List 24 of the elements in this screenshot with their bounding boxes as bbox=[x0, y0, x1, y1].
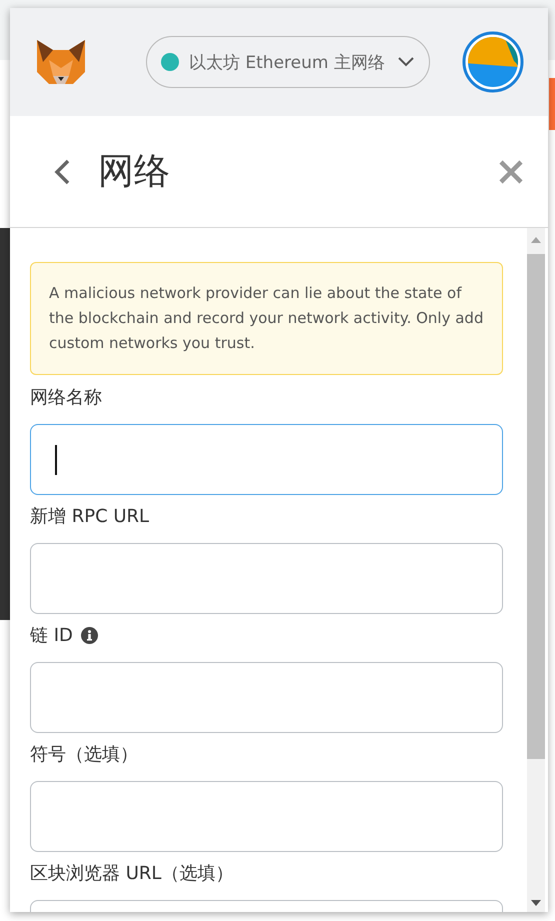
page-title: 网络 bbox=[98, 150, 170, 194]
fox-logo-icon bbox=[35, 38, 87, 86]
input-field[interactable] bbox=[30, 781, 503, 852]
account-avatar[interactable] bbox=[462, 31, 524, 93]
info-icon[interactable] bbox=[80, 626, 98, 644]
input-field[interactable] bbox=[30, 424, 503, 495]
field-label: 区块浏览器 URL（选填） bbox=[30, 862, 234, 885]
network-selector[interactable]: 以太坊 Ethereum 主网络 bbox=[146, 36, 430, 88]
chevron-down-icon bbox=[397, 56, 415, 68]
network-name: 以太坊 Ethereum 主网络 bbox=[189, 52, 386, 74]
input-field[interactable] bbox=[30, 543, 503, 614]
field-label: 新增 RPC URL bbox=[30, 505, 150, 528]
scroll-up-icon[interactable] bbox=[531, 237, 541, 243]
text-cursor bbox=[55, 444, 57, 474]
warning-notice: A malicious network provider can lie about the state of the blockchain and record your network activity. Only add custom networks you trust. bbox=[30, 262, 503, 375]
field-label: 网络名称 bbox=[30, 386, 102, 409]
scrollbar[interactable] bbox=[527, 228, 545, 912]
field-label: 链 ID bbox=[30, 624, 73, 647]
scroll-down-icon[interactable] bbox=[531, 900, 541, 906]
input-field[interactable] bbox=[30, 662, 503, 733]
field-label: 符号（选填） bbox=[30, 743, 138, 766]
page-button[interactable] bbox=[549, 78, 555, 130]
back-icon[interactable] bbox=[52, 158, 72, 184]
close-icon[interactable] bbox=[498, 158, 524, 184]
